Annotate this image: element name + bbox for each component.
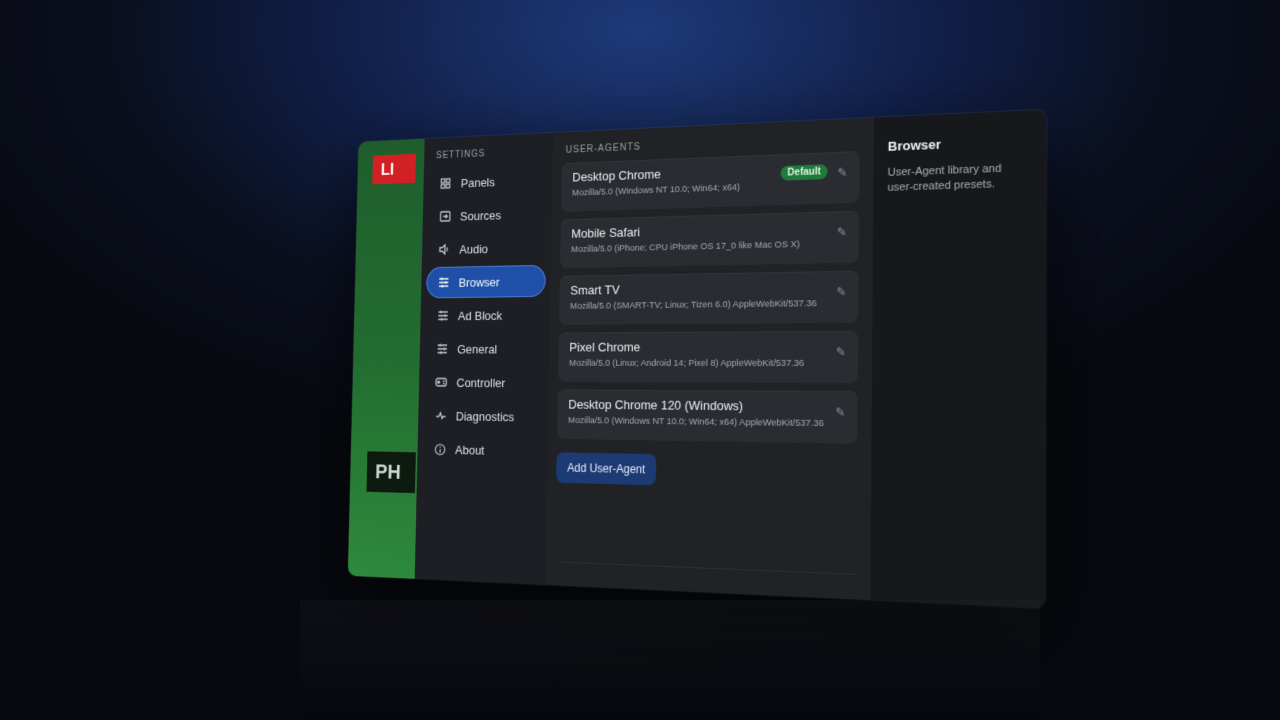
sidebar-item-diagnostics[interactable]: Diagnostics	[423, 400, 543, 433]
sliders-icon	[436, 275, 450, 290]
user-agent-name: Smart TV	[570, 282, 620, 298]
edit-pencil-icon[interactable]: ✎	[836, 345, 846, 359]
user-agent-string: Mozilla/5.0 (iPhone; CPU iPhone OS 17_0 …	[570, 239, 800, 255]
user-agent-string: Mozilla/5.0 (Windows NT 10.0; Win64; x64…	[567, 415, 824, 430]
sidebar-nav: Panels Sources Audio Browser Ad Block Ge…	[417, 164, 553, 468]
sidebar-item-label: Controller	[456, 375, 506, 390]
sliders-icon	[435, 341, 449, 356]
user-agent-string: Mozilla/5.0 (Linux; Android 14; Pixel 8)…	[568, 358, 805, 369]
edit-pencil-icon[interactable]: ✎	[835, 405, 845, 419]
gamepad-icon	[434, 375, 448, 390]
edit-pencil-icon[interactable]: ✎	[837, 225, 847, 239]
info-icon	[433, 441, 447, 456]
user-agent-name: Pixel Chrome	[569, 339, 641, 355]
sidebar-item-label: Diagnostics	[455, 408, 515, 424]
sidebar-item-audio[interactable]: Audio	[427, 231, 547, 265]
sidebar-item-label: Audio	[459, 241, 489, 256]
divider	[558, 561, 857, 575]
user-agent-card[interactable]: Desktop Chrome Mozilla/5.0 (Windows NT 1…	[561, 151, 860, 212]
edit-pencil-icon[interactable]: ✎	[837, 165, 847, 179]
sidebar-item-label: Ad Block	[457, 308, 503, 323]
sliders-icon	[436, 308, 450, 323]
sidebar-item-controller[interactable]: Controller	[424, 366, 544, 398]
info-title: Browser	[887, 136, 941, 154]
user-agent-string: Mozilla/5.0 (SMART-TV; Linux; Tizen 6.0)…	[569, 298, 817, 312]
sidebar-item-label: Sources	[459, 207, 502, 223]
sidebar-item-browser[interactable]: Browser	[426, 264, 546, 299]
user-agent-card[interactable]: Pixel Chrome Mozilla/5.0 (Linux; Android…	[557, 330, 859, 384]
info-description: User-Agent library and user-created pres…	[887, 162, 1002, 194]
live-badge: LI	[372, 153, 416, 185]
sidebar-item-about[interactable]: About	[422, 433, 542, 467]
backdrop-caption: PH	[366, 451, 416, 494]
sidebar-item-label: Browser	[458, 274, 500, 290]
sidebar-item-label: General	[457, 341, 498, 356]
edit-pencil-icon[interactable]: ✎	[836, 285, 846, 299]
default-badge: Default	[780, 164, 828, 181]
user-agent-card[interactable]: Smart TV Mozilla/5.0 (SMART-TV; Linux; T…	[558, 270, 859, 325]
backdrop-video: LI PH	[347, 138, 425, 579]
user-agent-card[interactable]: Desktop Chrome 120 (Windows) Mozilla/5.0…	[556, 389, 858, 444]
input-icon	[438, 209, 452, 224]
info-panel: Browser User-Agent library and user-crea…	[870, 109, 1047, 609]
speaker-icon	[437, 242, 451, 257]
user-agent-name: Mobile Safari	[571, 224, 641, 241]
sidebar-item-panels[interactable]: Panels	[428, 164, 547, 200]
sidebar-item-ad-block[interactable]: Ad Block	[425, 299, 545, 332]
pulse-icon	[433, 408, 447, 423]
add-user-agent-button[interactable]: Add User-Agent	[556, 452, 657, 486]
floor-reflection	[300, 600, 1040, 720]
sidebar-section-title: SETTINGS	[435, 148, 486, 162]
user-agent-panel: USER-AGENTS Desktop Chrome Mozilla/5.0 (…	[545, 117, 874, 601]
settings-sidebar: SETTINGS Panels Sources Audio Browser Ad…	[414, 132, 554, 585]
sidebar-item-label: About	[454, 442, 485, 457]
settings-window: LI PH SETTINGS Panels Sources Audio Brow…	[347, 109, 1047, 609]
sidebar-item-general[interactable]: General	[425, 333, 545, 365]
user-agent-card[interactable]: Mobile Safari Mozilla/5.0 (iPhone; CPU i…	[560, 210, 860, 269]
user-agent-name: Desktop Chrome 120 (Windows)	[568, 397, 744, 414]
grid-icon	[439, 176, 453, 191]
sidebar-item-sources[interactable]: Sources	[428, 197, 548, 232]
sidebar-item-label: Panels	[460, 174, 495, 190]
scene: LI PH SETTINGS Panels Sources Audio Brow…	[0, 0, 1280, 720]
